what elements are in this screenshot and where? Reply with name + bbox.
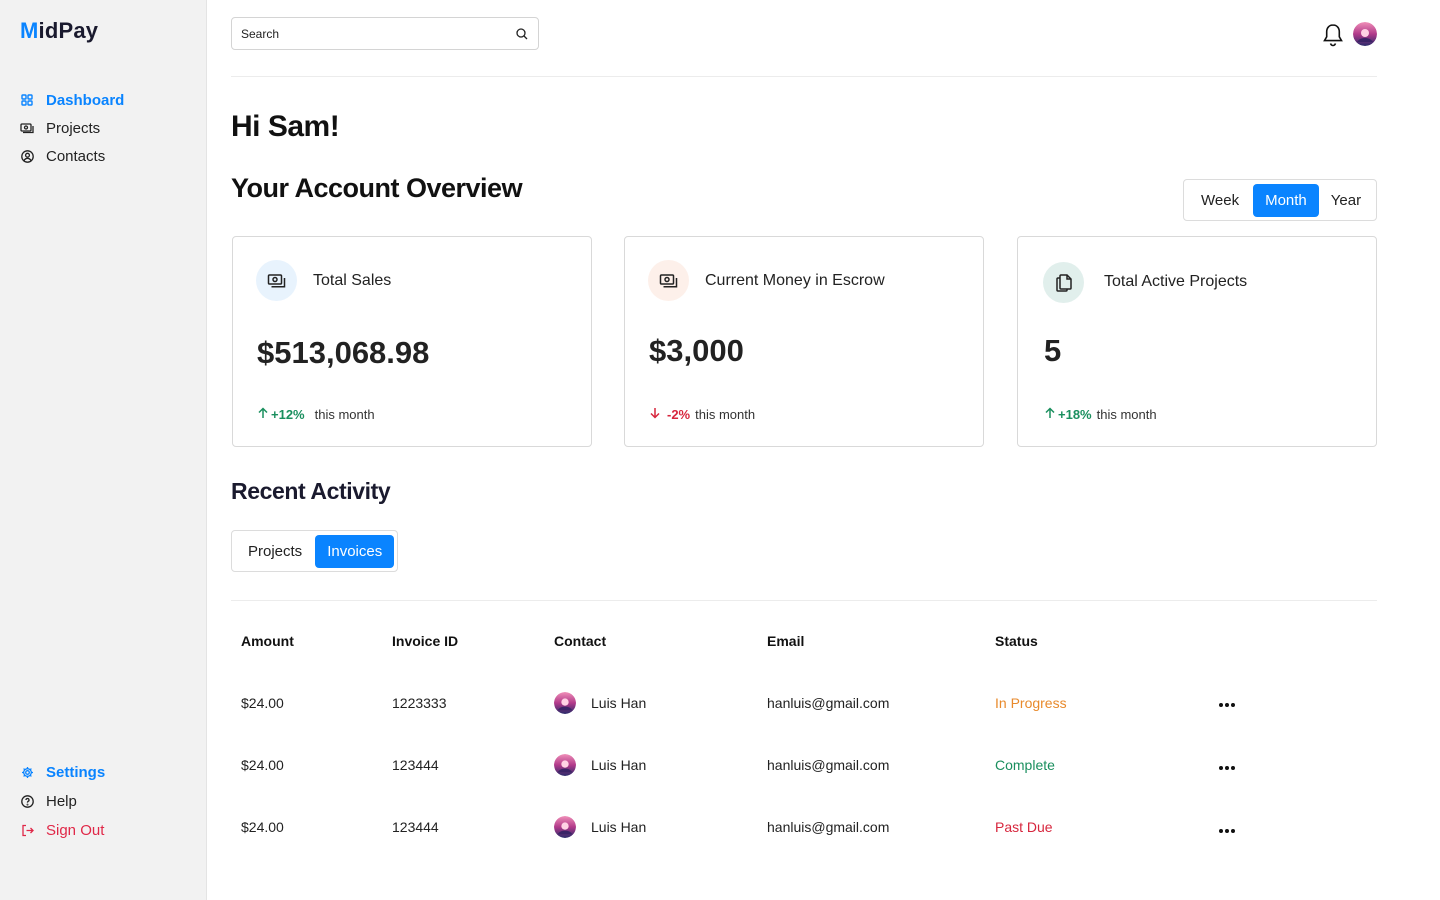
more-options-icon[interactable] [1219, 765, 1235, 771]
recent-activity-title: Recent Activity [231, 478, 391, 504]
cell-invoice-id: 1223333 [392, 695, 447, 711]
sidebar-item-contacts[interactable]: Contacts [20, 142, 124, 170]
active-projects-card: Total Active Projects 5 +18% this month [1017, 236, 1377, 447]
grid-icon [20, 93, 34, 107]
cell-email: hanluis@gmail.com [767, 695, 890, 711]
column-header-invoice-id[interactable]: Invoice ID [392, 633, 458, 649]
cell-amount: $24.00 [241, 695, 284, 711]
secondary-nav: Settings Help Sign Out [20, 758, 105, 845]
period-year[interactable]: Year [1319, 184, 1373, 217]
sidebar-item-projects[interactable]: Projects [20, 114, 124, 142]
sidebar-item-label: Settings [46, 764, 106, 781]
cash-icon [256, 260, 297, 301]
contact-name: Luis Han [591, 819, 647, 835]
arrow-down-icon [649, 407, 661, 422]
status-badge: Past Due [995, 819, 1053, 835]
column-header-email[interactable]: Email [767, 633, 804, 649]
tab-projects[interactable]: Projects [235, 535, 315, 568]
trend-suffix: this month [1096, 407, 1157, 422]
arrow-up-icon [1044, 407, 1056, 422]
search-bar [231, 17, 539, 50]
cell-email: hanluis@gmail.com [767, 819, 890, 835]
main-nav: Dashboard Projects Contacts [20, 86, 124, 170]
trend-suffix: this month [314, 407, 375, 422]
status-badge: Complete [995, 757, 1055, 773]
trend-percent: +18% [1058, 407, 1092, 422]
trend-percent: +12% [271, 407, 305, 422]
card-trend: +12% this month [257, 407, 375, 422]
trend-percent: -2% [667, 407, 691, 422]
period-week[interactable]: Week [1187, 184, 1253, 217]
tab-invoices[interactable]: Invoices [315, 534, 395, 568]
card-title: Total Active Projects [1104, 273, 1248, 290]
column-header-status[interactable]: Status [995, 633, 1038, 649]
activity-tabs: Projects Invoices [231, 530, 399, 572]
contact-avatar [554, 692, 576, 714]
gear-icon [20, 766, 34, 780]
arrow-up-icon [257, 407, 269, 422]
cell-contact: Luis Han [554, 754, 646, 776]
sidebar-item-sign-out[interactable]: Sign Out [20, 816, 105, 845]
trend-suffix: this month [695, 407, 756, 422]
search-icon[interactable] [515, 27, 529, 41]
greeting: Hi Sam! [231, 110, 340, 143]
table-divider [231, 600, 1377, 601]
card-trend: -2% this month [649, 407, 755, 422]
user-circle-icon [20, 149, 34, 163]
cell-contact: Luis Han [554, 692, 646, 714]
sidebar-item-label: Projects [46, 119, 101, 137]
card-title: Total Sales [313, 272, 392, 289]
cell-contact: Luis Han [554, 816, 646, 838]
cell-email: hanluis@gmail.com [767, 757, 890, 773]
overview-title: Your Account Overview [231, 173, 523, 203]
sidebar-item-settings[interactable]: Settings [20, 758, 105, 787]
escrow-card: Current Money in Escrow $3,000 -2% this … [624, 236, 984, 447]
more-options-icon[interactable] [1219, 702, 1235, 708]
more-options-icon[interactable] [1219, 828, 1235, 834]
column-header-contact[interactable]: Contact [554, 633, 606, 649]
bell-icon[interactable] [1321, 22, 1345, 48]
total-sales-card: Total Sales $513,068.98 +12% this month [232, 236, 592, 447]
card-trend: +18% this month [1044, 407, 1157, 422]
cell-amount: $24.00 [241, 819, 284, 835]
contact-avatar [554, 754, 576, 776]
card-value: $513,068.98 [257, 335, 430, 370]
card-value: 5 [1044, 333, 1062, 368]
card-value: $3,000 [649, 333, 744, 368]
sidebar-item-help[interactable]: Help [20, 787, 105, 816]
user-avatar[interactable] [1353, 22, 1377, 46]
sidebar-item-dashboard[interactable]: Dashboard [20, 86, 124, 114]
app-logo[interactable]: MidPay [20, 18, 98, 44]
cash-icon [648, 260, 689, 301]
contact-name: Luis Han [591, 757, 647, 773]
sidebar-item-label: Help [46, 793, 77, 810]
sidebar-item-label: Contacts [46, 147, 106, 165]
cell-invoice-id: 123444 [392, 757, 439, 773]
sidebar-item-label: Sign Out [46, 822, 105, 839]
logo-text: idPay [38, 18, 99, 43]
search-input[interactable] [241, 26, 515, 41]
cash-icon [20, 121, 34, 135]
period-month[interactable]: Month [1253, 183, 1319, 217]
card-title: Current Money in Escrow [705, 272, 885, 289]
header-divider [231, 76, 1377, 77]
cell-invoice-id: 123444 [392, 819, 439, 835]
sidebar: MidPay Dashboard Projects Contacts Setti… [0, 0, 207, 900]
status-badge: In Progress [995, 695, 1067, 711]
column-header-amount[interactable]: Amount [241, 633, 294, 649]
documents-icon [1043, 262, 1084, 303]
sign-out-icon [20, 824, 34, 838]
period-toggle: Week Month Year [1183, 179, 1378, 221]
cell-amount: $24.00 [241, 757, 284, 773]
help-circle-icon [20, 795, 34, 809]
sidebar-item-label: Dashboard [46, 91, 125, 109]
contact-name: Luis Han [591, 695, 647, 711]
contact-avatar [554, 816, 576, 838]
logo-initial: M [20, 18, 39, 43]
